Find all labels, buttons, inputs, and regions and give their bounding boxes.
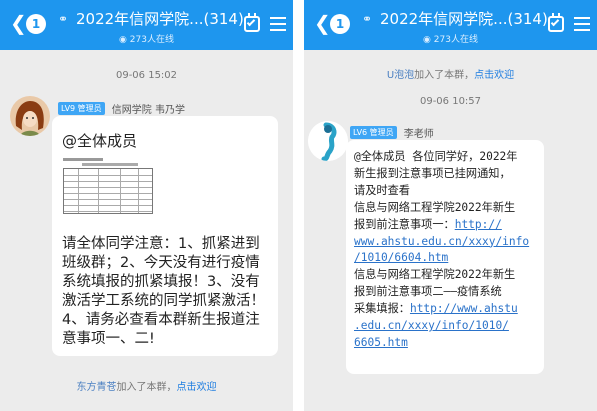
message-line: 信息与网络工程学院2022年新生 [354, 267, 540, 284]
message-line: 请及时查看 [354, 183, 540, 200]
url-link[interactable]: .edu.cn/xxxy/info/1010/ [354, 319, 509, 332]
checklist-icon[interactable] [548, 13, 564, 32]
message-line: 信息与网络工程学院2022年新生 [354, 200, 540, 217]
join-notice: 东方青苍加入了本群，点击欢迎 [76, 382, 217, 393]
welcome-link[interactable]: 点击欢迎 [474, 70, 514, 81]
message-line: 采集填报：http://www.ahstu [354, 301, 540, 318]
sender-name[interactable]: 李老师 [404, 129, 434, 140]
back-chevron-icon[interactable]: ❮ [10, 13, 27, 33]
url-link[interactable]: www.ahstu.edu.cn/xxxy/info [354, 235, 529, 248]
top-bar: ❮ 1 ⚭ 2022年信网学院...(314) ◉ 273人在线 [0, 0, 293, 50]
url-link[interactable]: http:// [455, 218, 502, 231]
join-notice: U泡泡加入了本群，点击欢迎 [386, 70, 515, 81]
line-text: @全体成员 各位同学好，2022年 [354, 150, 518, 163]
group-title[interactable]: 2022年信网学院...(314) [380, 8, 548, 29]
top-bar: ❮ 1 ⚭ 2022年信网学院...(314) ◉ 273人在线 [304, 0, 597, 50]
joined-user[interactable]: U泡泡 [387, 70, 414, 81]
message-bubble[interactable]: @全体成员 各位同学好，2022年 新生报到注意事项已挂网通知， 请及时查看信息与网… [346, 140, 544, 374]
line-text: 报到前注意事项一： [354, 217, 455, 231]
menu-icon[interactable] [270, 17, 286, 31]
avatar-teacher[interactable] [308, 121, 348, 161]
message-link-line[interactable]: .edu.cn/xxxy/info/1010/ [354, 318, 540, 335]
url-link[interactable]: /1010/6604.htm [354, 251, 448, 264]
at-all-mention: @全体成员 [62, 132, 138, 150]
welcome-link[interactable]: 点击欢迎 [177, 382, 217, 393]
online-count: ◉ 273人在线 [119, 35, 174, 45]
sender-name[interactable]: 信网学院 韦乃学 [112, 105, 185, 116]
group-title[interactable]: 2022年信网学院...(314) [76, 8, 244, 29]
message-line: 报到前注意事项二——疫情系统 [354, 284, 540, 301]
message-timestamp: 09-06 15:02 [115, 70, 178, 81]
line-text: 信息与网络工程学院2022年新生 [354, 200, 516, 214]
checklist-icon[interactable] [244, 13, 260, 32]
avatar-girl[interactable] [10, 96, 50, 136]
fire-icon: ⚭ [362, 12, 373, 26]
message-link-line[interactable]: /1010/6604.htm [354, 250, 540, 267]
back-chevron-icon[interactable]: ❮ [314, 13, 331, 33]
level-badge: LV6 管理员 [350, 126, 397, 139]
message-line: @全体成员 各位同学好，2022年 [354, 149, 540, 166]
message-line: 新生报到注意事项已挂网通知， [354, 166, 540, 183]
menu-icon[interactable] [574, 17, 590, 31]
message-text: 请全体同学注意：1、抓紧进到班级群；2、今天没有进行疫情系统填报的抓紧填报！3、… [62, 236, 265, 347]
message-bubble[interactable]: @全体成员 请全体同学注意：1、抓紧进到班级群；2、今天没有进行疫情系统填报的抓… [52, 116, 278, 356]
url-link[interactable]: http://www.ahstu [410, 302, 518, 315]
line-text: 报到前注意事项二——疫情系统 [354, 285, 502, 299]
sender-line: LV6 管理员 李老师 [350, 122, 434, 141]
joined-user[interactable]: 东方青苍 [77, 382, 117, 393]
line-text: 采集填报： [354, 302, 410, 316]
notice-image[interactable] [60, 156, 160, 226]
message-link-line[interactable]: 6605.htm [354, 335, 540, 352]
sender-line: LV9 管理员 信网学院 韦乃学 [58, 98, 185, 117]
unread-badge: 1 [330, 14, 350, 34]
fire-icon: ⚭ [58, 12, 69, 26]
unread-badge: 1 [26, 14, 46, 34]
message-text: @全体成员 各位同学好，2022年 新生报到注意事项已挂网通知， 请及时查看信息与网… [354, 149, 540, 352]
message-line: 报到前注意事项一：http:// [354, 217, 540, 234]
line-text: 请及时查看 [354, 183, 410, 197]
line-text: 信息与网络工程学院2022年新生 [354, 268, 516, 282]
online-count: ◉ 273人在线 [423, 35, 478, 45]
url-link[interactable]: 6605.htm [354, 336, 408, 349]
line-text: 新生报到注意事项已挂网通知， [354, 166, 511, 180]
message-link-line[interactable]: www.ahstu.edu.cn/xxxy/info [354, 234, 540, 251]
chat-panel-right: ❮ 1 ⚭ 2022年信网学院...(314) ◉ 273人在线 U泡泡加入了本… [304, 0, 597, 411]
level-badge: LV9 管理员 [58, 102, 105, 115]
message-timestamp: 09-06 10:57 [419, 96, 482, 107]
chat-panel-left: ❮ 1 ⚭ 2022年信网学院...(314) ◉ 273人在线 09-06 1… [0, 0, 293, 411]
